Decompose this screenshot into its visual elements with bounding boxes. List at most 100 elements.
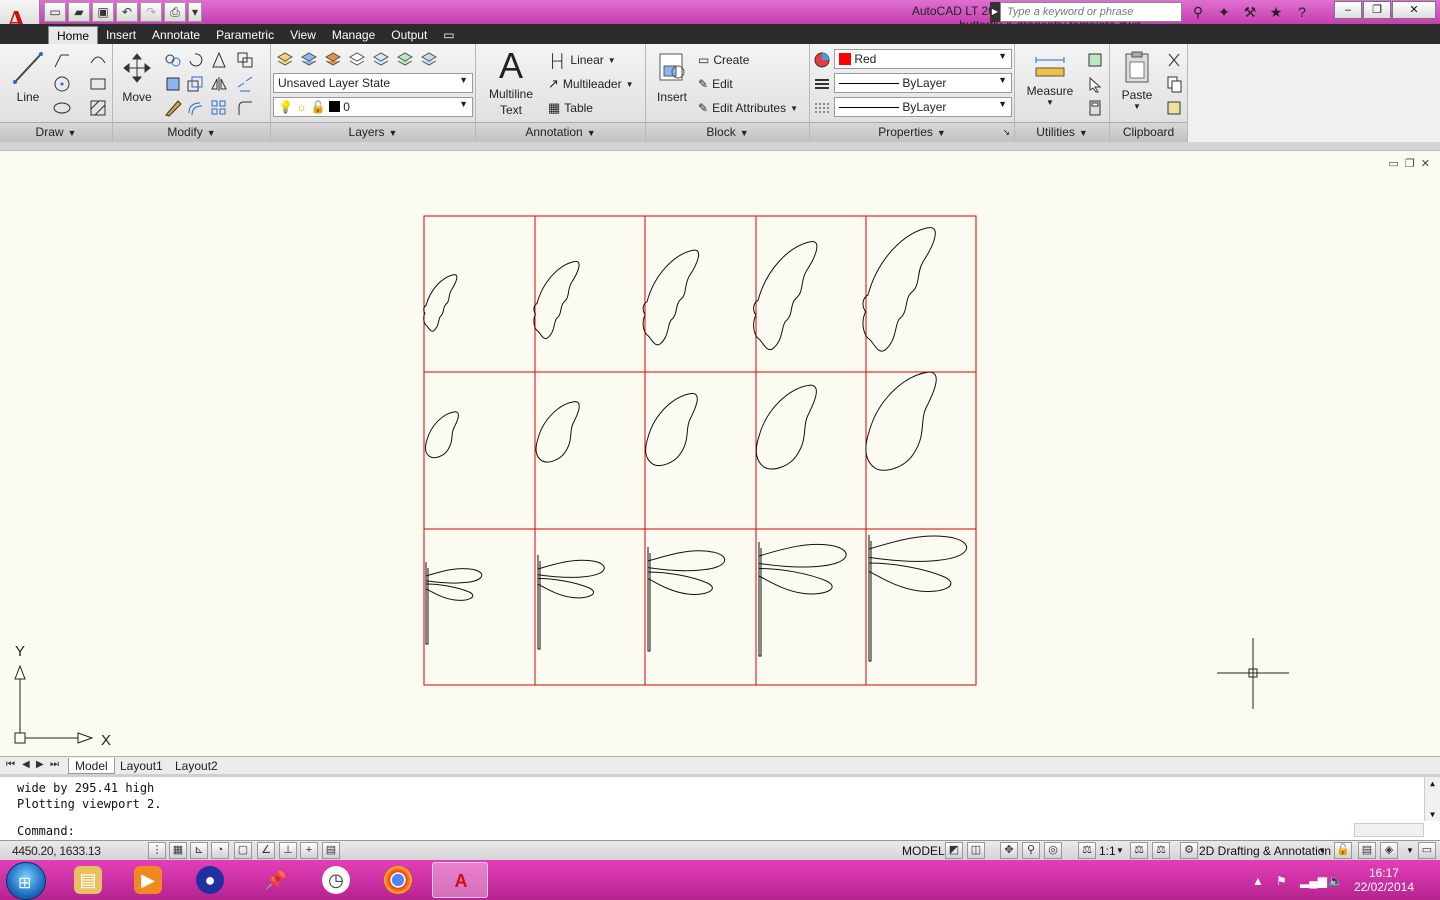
layout-tab-layout1[interactable]: Layout1	[114, 758, 169, 774]
arc-icon[interactable]	[88, 50, 108, 70]
annotation-panel-title[interactable]: Annotation ▼	[476, 122, 645, 142]
close-button[interactable]: ✕	[1392, 1, 1436, 19]
chevron-down-icon[interactable]: ▼	[1116, 846, 1124, 855]
taskbar-media-player[interactable]: ▶	[120, 862, 176, 898]
layer-walk-icon[interactable]	[419, 50, 439, 70]
mirror-icon[interactable]	[209, 74, 229, 94]
toolbar-lock-icon[interactable]: 🔓	[1334, 842, 1352, 859]
model-space-label[interactable]: MODEL	[902, 844, 945, 858]
auto-scale-icon[interactable]: ⚖	[1152, 842, 1170, 859]
explode-icon[interactable]	[235, 50, 255, 70]
scale-icon[interactable]	[185, 74, 205, 94]
copy-icon[interactable]	[163, 50, 183, 70]
volume-icon[interactable]: 🔈	[1328, 874, 1343, 888]
calculator-icon[interactable]	[1085, 98, 1105, 118]
dynamic-ucs-icon[interactable]: ⊥	[279, 842, 297, 859]
prev-layout-icon[interactable]: ◀	[22, 759, 30, 770]
start-button[interactable]: ⊞	[6, 862, 46, 900]
taskbar-explorer[interactable]: ▤	[60, 862, 116, 898]
edit-attributes-button[interactable]: ✎ Edit Attributes ▼	[698, 98, 798, 118]
trim-icon[interactable]	[209, 50, 229, 70]
modify-panel-title[interactable]: Modify ▼	[113, 122, 270, 142]
clipboard-panel-title[interactable]: Clipboard	[1110, 122, 1187, 142]
search-expand-icon[interactable]: ▶	[990, 2, 1000, 22]
tab-output[interactable]: Output	[383, 26, 435, 44]
tab-view[interactable]: View	[282, 26, 324, 44]
rectangle-icon[interactable]	[88, 74, 108, 94]
fillet-icon[interactable]	[235, 98, 255, 118]
measure-button[interactable]: Measure ▼	[1021, 54, 1079, 107]
drawing-area[interactable]: ▭ ❐ ✕ Y X	[0, 150, 1440, 756]
object-snap-tracking-icon[interactable]: ∠	[257, 842, 275, 859]
binoculars-icon[interactable]: ⚲	[1186, 2, 1210, 22]
subscription-icon[interactable]: ✦	[1212, 2, 1236, 22]
taskbar-clock-app[interactable]: ◷	[308, 862, 364, 898]
multileader-button[interactable]: ↗ Multileader ▼	[548, 74, 634, 94]
redo-icon[interactable]: ↷	[140, 2, 162, 22]
layer-freeze-icon[interactable]	[299, 50, 319, 70]
system-clock[interactable]: 16:17 22/02/2014	[1354, 866, 1414, 894]
cut-scissors-icon[interactable]	[1164, 50, 1184, 70]
annotation-visibility-icon[interactable]: ⚖	[1130, 842, 1148, 859]
tab-parametric[interactable]: Parametric	[208, 26, 282, 44]
rotate-icon[interactable]	[185, 50, 205, 70]
break-icon[interactable]	[235, 74, 255, 94]
linetype-select[interactable]: ByLayer ▼	[834, 73, 1012, 93]
properties-panel-title[interactable]: Properties ▼ ↘	[810, 122, 1014, 142]
action-center-icon[interactable]: ⚑	[1276, 874, 1287, 888]
first-layout-icon[interactable]: ⏮	[6, 759, 15, 770]
taskbar-pin-app[interactable]: 📌	[248, 862, 304, 898]
hatch-icon[interactable]	[88, 98, 108, 118]
last-layout-icon[interactable]: ⏭	[50, 759, 59, 770]
lineweight-icon[interactable]	[812, 98, 832, 118]
polyline-icon[interactable]	[52, 50, 72, 70]
new-file-icon[interactable]: ▭	[44, 2, 66, 22]
network-signal-icon[interactable]: ▂▄▆	[1300, 874, 1327, 888]
pan-icon[interactable]: ✥	[1000, 842, 1018, 859]
save-icon[interactable]: ▣	[92, 2, 114, 22]
draw-panel-title[interactable]: Draw ▼	[0, 122, 112, 142]
search-input[interactable]: Type a keyword or phrase	[1000, 2, 1182, 22]
lineweight-select[interactable]: ByLayer ▼	[834, 97, 1012, 117]
workspace-gear-icon[interactable]: ⚙	[1180, 842, 1198, 859]
command-horizontal-scrollbar[interactable]	[1354, 823, 1424, 837]
tab-manage[interactable]: Manage	[324, 26, 383, 44]
edit-block-button[interactable]: ✎ Edit	[698, 74, 733, 94]
plot-icon[interactable]: ⎙	[164, 2, 186, 22]
linear-dimension-button[interactable]: ├┤ Linear ▼	[548, 50, 616, 70]
create-block-button[interactable]: ▭ Create	[698, 50, 749, 70]
dynamic-input-icon[interactable]: +	[300, 842, 318, 859]
layer-previous-icon[interactable]	[395, 50, 415, 70]
command-prompt[interactable]: Command:	[17, 824, 75, 838]
taskbar-messenger[interactable]: ●	[182, 862, 238, 898]
ortho-mode-icon[interactable]: ⊾	[190, 842, 208, 859]
insert-block-button[interactable]: Insert	[652, 50, 692, 104]
layer-select[interactable]: 💡 ☼ 🔓 0 ▼	[273, 97, 473, 117]
qat-dropdown-icon[interactable]: ▾	[188, 2, 202, 22]
command-scrollbar[interactable]: ▲ ▼	[1424, 777, 1440, 821]
cursor-coordinates[interactable]: 4450.20, 1633.13	[12, 844, 101, 858]
move-button[interactable]: Move	[119, 50, 155, 104]
ellipse-icon[interactable]	[52, 98, 72, 118]
color-select[interactable]: Red ▼	[834, 49, 1012, 69]
steering-wheel-icon[interactable]: ◎	[1044, 842, 1062, 859]
match-paste-icon[interactable]	[1164, 98, 1184, 118]
grid-display-icon[interactable]: ▦	[169, 842, 187, 859]
layout-tab-model[interactable]: Model	[68, 758, 115, 774]
layout-tab-layout2[interactable]: Layout2	[169, 758, 224, 774]
utilities-panel-title[interactable]: Utilities ▼	[1015, 122, 1109, 142]
layer-isolate-icon[interactable]	[347, 50, 367, 70]
workspace-switcher[interactable]: 2D Drafting & Annotation	[1199, 844, 1331, 858]
layer-lock-icon[interactable]	[323, 50, 343, 70]
quick-select-icon[interactable]	[1085, 50, 1105, 70]
isolate-objects-icon[interactable]: ◈	[1380, 842, 1398, 859]
tab-home[interactable]: Home	[48, 26, 99, 44]
match-properties-icon[interactable]	[812, 50, 832, 70]
layout-view-icon[interactable]: ◩	[945, 842, 963, 859]
table-button[interactable]: ▦ Table	[548, 98, 593, 118]
annotation-scale-icon[interactable]: ⚖	[1078, 842, 1096, 859]
help-icon[interactable]: ?	[1290, 2, 1314, 22]
select-all-icon[interactable]	[1085, 74, 1105, 94]
next-layout-icon[interactable]: ▶	[36, 759, 44, 770]
offset-icon[interactable]	[185, 98, 205, 118]
